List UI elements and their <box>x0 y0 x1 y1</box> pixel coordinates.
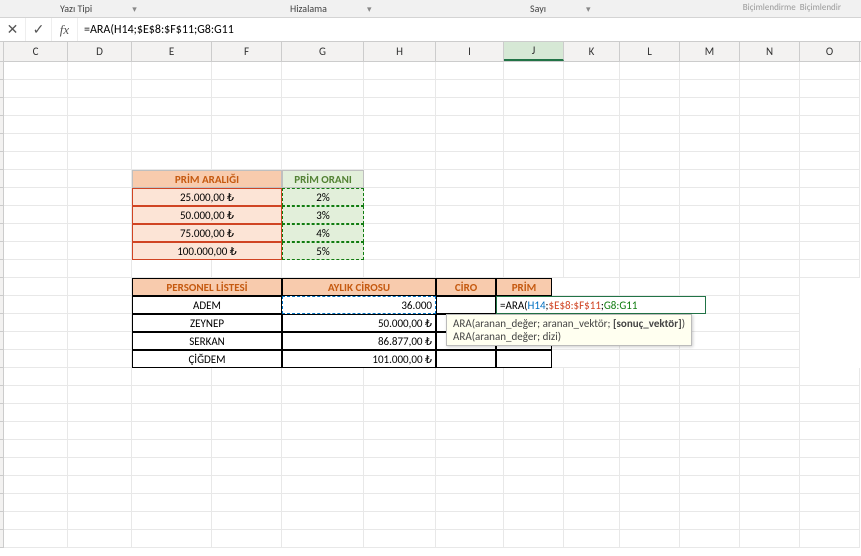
personnel-name: ZEYNEP <box>132 314 282 332</box>
col-header[interactable]: L <box>620 42 680 61</box>
ciro-cell[interactable] <box>436 296 496 314</box>
ciro-header: CİRO <box>436 278 496 296</box>
personnel-amount: 86.877,00 ₺ <box>282 332 436 350</box>
personnel-amount: 36.000 <box>282 296 436 314</box>
personnel-name: ÇİĞDEM <box>132 350 282 368</box>
alignment-dialog-launcher-icon[interactable]: ▾ <box>367 4 372 15</box>
formula-bar: ✕ ✓ fx <box>0 18 861 42</box>
col-header-active[interactable]: J <box>504 42 564 61</box>
col-header[interactable]: E <box>132 42 212 61</box>
ciro-cell[interactable] <box>436 350 496 368</box>
spreadsheet-grid[interactable]: PRİM ARALIĞI PRİM ORANI 25.000,00 ₺ 2% 5… <box>0 62 861 548</box>
personnel-name: ADEM <box>132 296 282 314</box>
prim-range-cell: 75.000,00 ₺ <box>132 224 282 242</box>
personnel-name: SERKAN <box>132 332 282 350</box>
prim-rate-cell: 5% <box>282 242 364 260</box>
prim-rate-cell: 2% <box>282 188 364 206</box>
prim-range-cell: 50.000,00 ₺ <box>132 206 282 224</box>
personnel-amount: 101.000,00 ₺ <box>282 350 436 368</box>
col-header[interactable]: O <box>800 42 860 61</box>
cancel-formula-icon[interactable]: ✕ <box>0 18 26 41</box>
col-header[interactable]: N <box>740 42 800 61</box>
col-header[interactable]: M <box>680 42 740 61</box>
function-hint-tooltip[interactable]: ARA(aranan_değer; aranan_vektör; [sonuç_… <box>446 314 692 346</box>
ribbon-group-labels: Yazı Tipi▾ Hizalama▾ Sayı▾ Biçimlendirme… <box>0 0 861 18</box>
ribbon-group-alignment: Hizalama▾ <box>290 2 372 15</box>
ribbon-group-number: Sayı▾ <box>530 2 591 15</box>
prim-rate-cell: 3% <box>282 206 364 224</box>
insert-function-icon[interactable]: fx <box>52 18 78 41</box>
formula-input[interactable] <box>78 18 861 41</box>
active-cell-formula[interactable]: =ARA(H14;$E$8:$F$11;G8:G11 <box>496 296 706 314</box>
col-header[interactable]: I <box>436 42 504 61</box>
col-header[interactable]: K <box>564 42 620 61</box>
col-header[interactable]: G <box>282 42 364 61</box>
personnel-list-header: PERSONEL LİSTESİ <box>132 278 282 296</box>
number-dialog-launcher-icon[interactable]: ▾ <box>586 4 591 15</box>
confirm-formula-icon[interactable]: ✓ <box>26 18 52 41</box>
prim-rate-header: PRİM ORANI <box>282 170 364 188</box>
col-header[interactable]: H <box>364 42 436 61</box>
ribbon-group-styles: Biçimlendirme Biçimlendir <box>743 2 841 13</box>
prim-range-cell: 100.000,00 ₺ <box>132 242 282 260</box>
prim-cell[interactable] <box>496 350 552 368</box>
column-headers[interactable]: C D E F G H I J K L M N O <box>0 42 861 62</box>
prim-rate-cell: 4% <box>282 224 364 242</box>
font-dialog-launcher-icon[interactable]: ▾ <box>132 4 137 15</box>
prim-header: PRİM <box>496 278 552 296</box>
prim-range-header: PRİM ARALIĞI <box>132 170 282 188</box>
col-header[interactable]: C <box>4 42 68 61</box>
col-header[interactable]: D <box>68 42 132 61</box>
col-header[interactable]: F <box>212 42 282 61</box>
monthly-revenue-header: AYLIK CİROSU <box>282 278 436 296</box>
personnel-amount: 50.000,00 ₺ <box>282 314 436 332</box>
ribbon-group-font: Yazı Tipi▾ <box>60 2 137 15</box>
prim-range-cell: 25.000,00 ₺ <box>132 188 282 206</box>
